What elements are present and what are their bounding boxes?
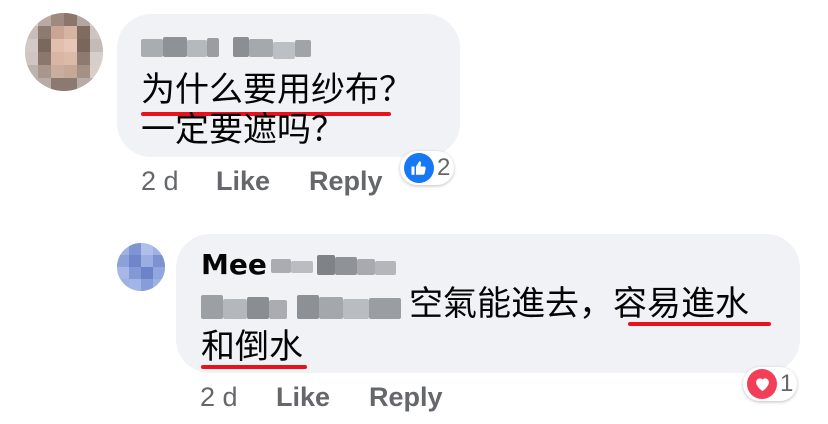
commenter-avatar[interactable] [25, 13, 103, 91]
reaction-count: 1 [780, 370, 794, 397]
reaction-summary[interactable]: 1 [743, 367, 798, 401]
reaction-summary[interactable]: 2 [400, 151, 455, 185]
like-button[interactable]: Like [216, 166, 270, 196]
reply-button[interactable]: Reply [309, 166, 383, 196]
reply-button[interactable]: Reply [369, 382, 443, 412]
author-name-redacted[interactable] [271, 253, 396, 277]
comment-text-line: 一定要遮吗？ [141, 110, 345, 150]
annotation-underline [201, 365, 307, 369]
reaction-count: 2 [437, 154, 451, 181]
mentioned-name-redacted[interactable] [201, 291, 401, 321]
reply-author-name[interactable]: Mee [201, 250, 267, 280]
reply-author-avatar[interactable] [117, 243, 165, 291]
like-button[interactable]: Like [276, 382, 330, 412]
comment-bubble: 为什么要用纱布？ 一定要遮吗？ [117, 14, 460, 157]
commenter-name-redacted[interactable] [141, 35, 311, 59]
comment-timestamp[interactable]: 2 d [141, 166, 179, 196]
like-thumb-icon [404, 153, 434, 183]
reply-text-line: 空氣能進去，容易進水 [409, 284, 749, 324]
annotation-underline [628, 322, 771, 326]
reply-text-line: 和倒水 [201, 327, 303, 367]
heart-icon [747, 369, 777, 399]
comment-text-line: 为什么要用纱布？ [141, 70, 413, 110]
reply-bubble: Mee 空氣能進去，容易進水 和倒水 [176, 234, 800, 373]
reply-timestamp[interactable]: 2 d [200, 382, 238, 412]
